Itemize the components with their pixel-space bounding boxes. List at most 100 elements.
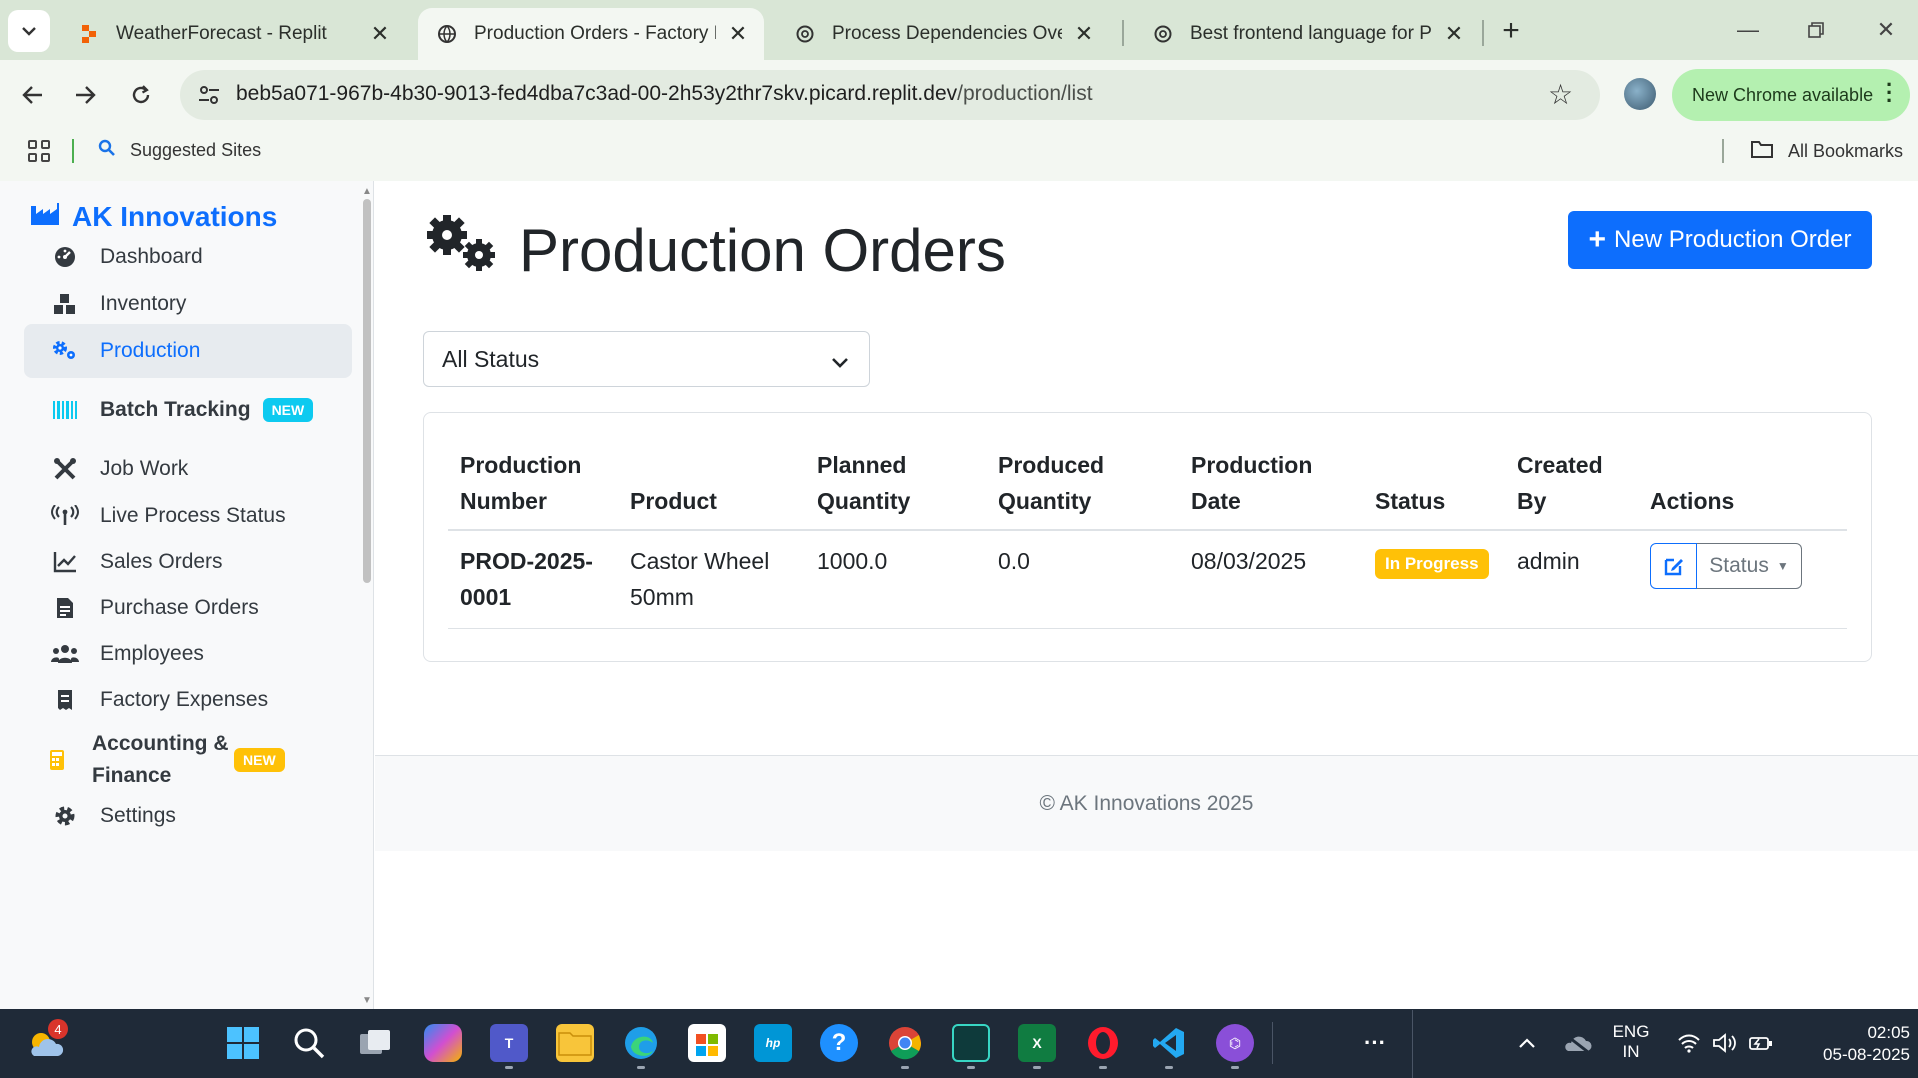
status-filter-select[interactable]: All Status	[423, 331, 870, 387]
file-explorer-app[interactable]	[556, 1024, 594, 1062]
tab-search-button[interactable]	[8, 10, 50, 52]
task-view-button[interactable]	[356, 1024, 394, 1062]
column-header[interactable]: Production Date	[1179, 437, 1363, 531]
vscode-app[interactable]	[1150, 1024, 1188, 1062]
receipt-icon	[50, 689, 80, 711]
column-header[interactable]: Produced Quantity	[986, 437, 1179, 531]
store-app[interactable]	[688, 1024, 726, 1062]
site-info-icon[interactable]	[196, 82, 222, 108]
suggested-sites-bookmark[interactable]: Suggested Sites	[98, 139, 261, 162]
sidebar-item-inventory[interactable]: Inventory	[24, 277, 352, 331]
tab-title: Process Dependencies Overview	[832, 23, 1062, 44]
column-header[interactable]: Status	[1363, 437, 1505, 531]
taskbar-separator	[1272, 1022, 1273, 1064]
status-dropdown-button[interactable]: Status ▼	[1697, 543, 1802, 589]
browser-tab-active[interactable]: Production Orders - Factory Ma ✕	[418, 8, 764, 60]
produced-quantity-cell: 0.0	[986, 530, 1179, 629]
github-icon: ⌬	[1228, 1034, 1242, 1051]
tab-separator	[1122, 20, 1124, 46]
created-by-cell: admin	[1505, 530, 1638, 629]
input-language-indicator[interactable]: ENG IN	[1604, 1022, 1658, 1062]
browser-tab[interactable]: WeatherForecast - Replit ✕	[60, 8, 406, 60]
onedrive-status[interactable]	[1558, 1024, 1596, 1062]
excel-app[interactable]: X	[1018, 1024, 1056, 1062]
column-header[interactable]: Production Number	[448, 437, 618, 531]
close-icon[interactable]: ✕	[1442, 21, 1466, 46]
profile-avatar[interactable]	[1624, 78, 1656, 110]
sidebar-item-production[interactable]: Production	[24, 324, 352, 378]
forward-button[interactable]	[66, 76, 104, 114]
teams-app[interactable]: T	[490, 1024, 528, 1062]
scroll-down-arrow[interactable]: ▼	[362, 995, 372, 1006]
taskbar-search-button[interactable]	[290, 1024, 328, 1062]
sidebar-item-label: Batch Tracking	[100, 398, 251, 421]
close-icon[interactable]: ✕	[726, 21, 750, 46]
globe-icon	[436, 23, 458, 45]
sidebar-item-accounting-finance[interactable]: Accounting & Finance NEW	[24, 727, 352, 793]
github-desktop-app[interactable]: ⌬	[1216, 1024, 1254, 1062]
sidebar-scrollbar-thumb[interactable]	[363, 199, 371, 583]
browser-tab[interactable]: Best frontend language for Pyth ✕	[1134, 8, 1480, 60]
browser-tab[interactable]: Process Dependencies Overview ✕	[776, 8, 1110, 60]
sidebar-item-dashboard[interactable]: Dashboard	[24, 230, 352, 284]
start-button[interactable]	[224, 1024, 262, 1062]
show-hidden-icons-button[interactable]	[1508, 1024, 1546, 1062]
more-horizontal-icon: ···	[1364, 1030, 1386, 1055]
wifi-status[interactable]	[1670, 1024, 1708, 1062]
reload-button[interactable]	[122, 76, 160, 114]
app-running-indicator	[967, 1066, 975, 1069]
battery-status[interactable]	[1742, 1024, 1780, 1062]
apps-grid-icon[interactable]	[28, 140, 50, 162]
restore-button[interactable]	[1796, 10, 1836, 50]
sidebar-item-job-work[interactable]: Job Work	[24, 442, 352, 496]
clock[interactable]: 02:05 05-08-2025	[1790, 1022, 1910, 1066]
sidebar-item-label: Job Work	[100, 457, 189, 480]
sidebar-item-label: Settings	[100, 804, 176, 827]
opera-app[interactable]	[1084, 1024, 1122, 1062]
sidebar-item-label: Dashboard	[100, 245, 203, 268]
new-production-order-button[interactable]: + New Production Order	[1568, 211, 1872, 269]
sidebar-item-settings[interactable]: Settings	[24, 789, 352, 843]
app-running-indicator	[1231, 1066, 1239, 1069]
help-app[interactable]: ?	[820, 1024, 858, 1062]
new-badge: NEW	[262, 398, 314, 422]
bookmark-label: Suggested Sites	[130, 140, 262, 160]
chrome-update-button[interactable]: New Chrome available · · ·	[1672, 69, 1910, 121]
task-view-icon	[360, 1030, 390, 1054]
all-bookmarks-button[interactable]: All Bookmarks	[1750, 139, 1903, 164]
sidebar-item-batch-tracking[interactable]: Batch Tracking NEW	[24, 383, 352, 437]
bookmark-label: All Bookmarks	[1788, 141, 1904, 161]
app-running-indicator	[901, 1066, 909, 1069]
sidebar-item-factory-expenses[interactable]: Factory Expenses	[24, 673, 352, 727]
tools-icon	[50, 457, 80, 481]
url-text[interactable]: beb5a071-967b-4b30-9013-fed4dba7c3ad-00-…	[236, 82, 1093, 106]
myhp-app[interactable]: hp	[754, 1024, 792, 1062]
plus-icon: +	[1588, 223, 1607, 256]
app-running-indicator	[1165, 1066, 1173, 1069]
edit-button[interactable]	[1650, 543, 1697, 589]
back-button[interactable]	[14, 76, 52, 114]
column-header[interactable]: Created By	[1505, 437, 1638, 531]
chrome-update-label: New Chrome available	[1692, 84, 1874, 105]
new-tab-button[interactable]: +	[1494, 14, 1528, 48]
file-invoice-icon	[50, 597, 80, 619]
scroll-up-arrow[interactable]: ▲	[362, 186, 372, 197]
close-window-button[interactable]: ✕	[1866, 10, 1906, 50]
product-cell: Castor Wheel 50mm	[618, 530, 805, 629]
volume-status[interactable]	[1706, 1024, 1744, 1062]
close-icon[interactable]: ✕	[1072, 21, 1096, 46]
copilot-app[interactable]	[424, 1024, 462, 1062]
bookmark-star-icon[interactable]: ☆	[1548, 78, 1573, 111]
arrow-left-icon	[22, 86, 42, 104]
chrome-app[interactable]	[886, 1024, 924, 1062]
overflow-button[interactable]: ···	[1356, 1024, 1394, 1062]
close-icon[interactable]: ✕	[368, 21, 392, 46]
myhp-icon: hp	[765, 1036, 781, 1050]
code-editor-app[interactable]	[952, 1024, 990, 1062]
wifi-icon	[1678, 1034, 1700, 1053]
taskbar-separator	[1412, 1010, 1413, 1078]
column-header[interactable]: Planned Quantity	[805, 437, 986, 531]
column-header[interactable]: Product	[618, 437, 805, 531]
minimize-button[interactable]: —	[1728, 10, 1768, 50]
edge-app[interactable]	[622, 1024, 660, 1062]
